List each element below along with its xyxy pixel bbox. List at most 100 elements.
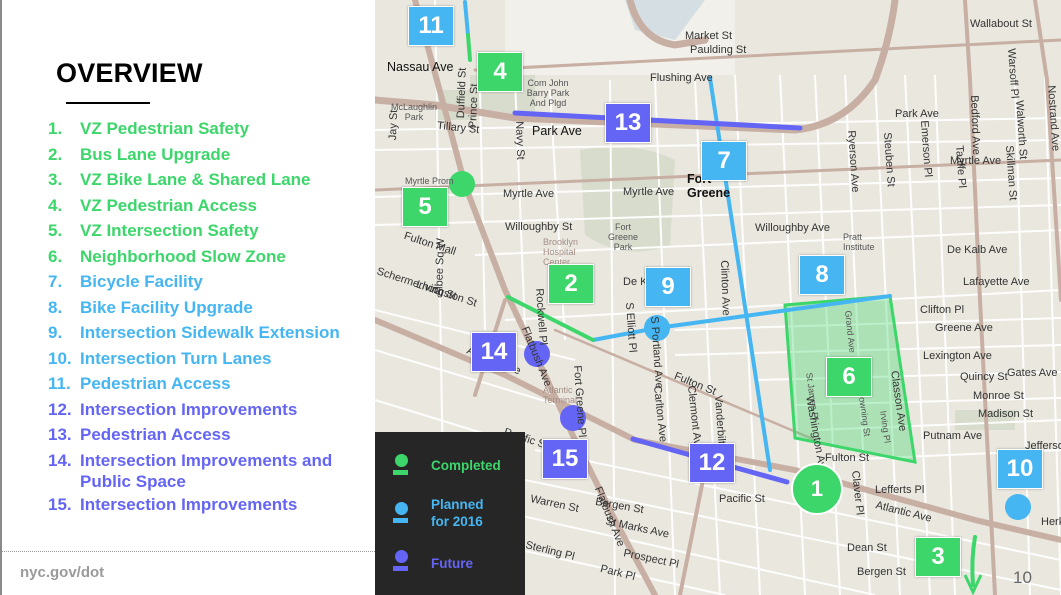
street-label: Monroe St	[973, 390, 1024, 402]
project-marker-13[interactable]: 13	[605, 103, 651, 143]
street-label: Quincy St	[960, 371, 1008, 383]
list-item-number: 12.	[48, 399, 72, 419]
project-marker-10[interactable]: 10	[997, 449, 1043, 489]
landmark-label: Brooklyn Hospital Center	[543, 237, 579, 267]
list-item-label: VZ Pedestrian Safety	[80, 119, 250, 138]
footer-url: nyc.gov/dot	[20, 564, 105, 581]
project-marker-9[interactable]: 9	[645, 267, 691, 307]
list-item-number: 5.	[48, 221, 63, 240]
project-marker-7[interactable]: 7	[701, 141, 747, 181]
project-marker-11[interactable]: 11	[408, 6, 454, 46]
street-label: Myrtle Ave	[623, 186, 675, 198]
list-item: 14. Intersection Improvements and Public …	[48, 448, 368, 492]
page-title: OVERVIEW	[56, 58, 203, 88]
list-item: 3. VZ Bike Lane & Shared Lane	[48, 167, 368, 193]
street-label: Bedford Ave	[968, 95, 983, 156]
street-label: Lafayette Ave	[963, 276, 1030, 288]
list-item: 12. Intersection Improvements	[48, 397, 368, 423]
street-label: Bergen St	[857, 566, 906, 578]
list-item: 10. Intersection Turn Lanes	[48, 346, 368, 372]
list-item-label: Pedestrian Access	[80, 374, 231, 393]
list-item: 9. Intersection Sidewalk Extension	[48, 320, 368, 346]
street-label: Gates Ave	[1007, 367, 1058, 379]
list-item: 13. Pedestrian Access	[48, 422, 368, 448]
street-label: Paulding St	[690, 44, 747, 56]
street-label: Nassau Ave	[387, 60, 454, 74]
list-item-label: VZ Bike Lane & Shared Lane	[80, 170, 311, 189]
list-item-label: Intersection Improvements and Public Spa…	[80, 450, 333, 491]
project-marker-15[interactable]: 15	[542, 439, 588, 479]
street-label: Park Ave	[895, 108, 939, 120]
list-item-label: Intersection Sidewalk Extension	[80, 323, 340, 342]
list-item-label: Intersection Improvements	[80, 494, 298, 514]
list-item-label: Intersection Improvements	[80, 399, 298, 419]
project-marker-12[interactable]: 12	[689, 443, 735, 483]
list-item-number: 15.	[48, 494, 72, 514]
list-item-number: 10.	[48, 348, 72, 368]
street-label: Fulton St	[825, 452, 870, 464]
list-item-label: Bike Facility Upgrade	[80, 297, 253, 317]
project-marker-1[interactable]: 1	[791, 463, 843, 515]
list-item-label: Intersection Turn Lanes	[80, 348, 272, 368]
street-label: Myrtle Ave	[503, 188, 555, 200]
street-label: Lexington Ave	[923, 350, 992, 362]
park-label: Com John Barry Park And Plgd	[526, 78, 570, 108]
slide: OVERVIEW 1. VZ Pedestrian Safety 2. Bus La…	[0, 0, 1061, 595]
project-marker-4[interactable]: 4	[477, 52, 523, 92]
landmark-label: Pratt Institute	[843, 232, 875, 252]
list-item-number: 4.	[48, 195, 63, 215]
list-item-number: 7.	[48, 272, 63, 291]
legend-label: Future	[431, 556, 473, 571]
street-label: Putnam Ave	[923, 430, 983, 442]
list-item-number: 3.	[48, 170, 63, 189]
list-item: 1. VZ Pedestrian Safety	[48, 116, 368, 142]
list-item-label: Bus Lane Upgrade	[80, 144, 231, 164]
project-marker-6[interactable]: 6	[826, 357, 872, 397]
list-item: 4. VZ Pedestrian Access	[48, 193, 368, 219]
project-marker-8[interactable]: 8	[799, 255, 845, 295]
list-item-label: VZ Intersection Safety	[80, 221, 259, 240]
street-label: Greene Ave	[935, 322, 993, 334]
completed-marker-icon	[393, 454, 409, 475]
list-item-label: Bicycle Facility	[80, 272, 203, 291]
street-label: Market St	[685, 30, 733, 42]
list-item: 11. Pedestrian Access	[48, 371, 368, 397]
street-label: Flushing Ave	[650, 72, 713, 84]
project-marker-3[interactable]: 3	[915, 537, 961, 577]
street-label: Myrtle Prom	[405, 176, 454, 186]
list-item-label: VZ Pedestrian Access	[80, 195, 258, 215]
list-item: 6. Neighborhood Slow Zone	[48, 244, 368, 270]
street-label: Pacific St	[719, 493, 765, 505]
street-label: Clifton Pl	[920, 304, 965, 316]
list-item-number: 11.	[48, 374, 71, 393]
project-marker-2[interactable]: 2	[548, 264, 594, 304]
list-item-label: Pedestrian Access	[80, 425, 231, 444]
list-item-number: 13.	[48, 425, 72, 444]
list-item-number: 2.	[48, 144, 63, 164]
future-marker-icon	[393, 550, 409, 571]
street-label: Jay St	[387, 109, 401, 141]
list-item-number: 8.	[48, 297, 63, 317]
street-label: Herk	[1041, 516, 1061, 528]
project-marker-14[interactable]: 14	[471, 332, 517, 372]
street-label: Navy St	[513, 121, 527, 160]
project-marker-5[interactable]: 5	[402, 187, 448, 227]
street-label: Park Ave	[532, 124, 582, 138]
page-number: 10	[1013, 568, 1032, 587]
planned-marker-icon	[393, 502, 409, 523]
street-label: Clinton Ave	[718, 260, 732, 316]
street-label: Madison St	[978, 408, 1034, 420]
title-underline	[66, 102, 150, 104]
street-label: Duffield St	[455, 67, 469, 119]
list-item: 8. Bike Facility Upgrade	[48, 295, 368, 321]
project-list: 1. VZ Pedestrian Safety 2. Bus Lane Upgrad…	[48, 116, 368, 517]
list-item: 7. Bicycle Facility	[48, 269, 368, 295]
street-label: De Kalb Ave	[947, 244, 1008, 256]
map-legend: Completed Planned for 2016 Future	[375, 432, 525, 595]
legend-label: Completed	[431, 458, 501, 473]
list-item-number: 9.	[48, 323, 63, 342]
street-label: Willoughby St	[505, 221, 573, 233]
list-item-number: 14.	[48, 450, 72, 470]
street-label: Dean St	[847, 542, 887, 554]
list-item-number: 1.	[48, 119, 63, 138]
